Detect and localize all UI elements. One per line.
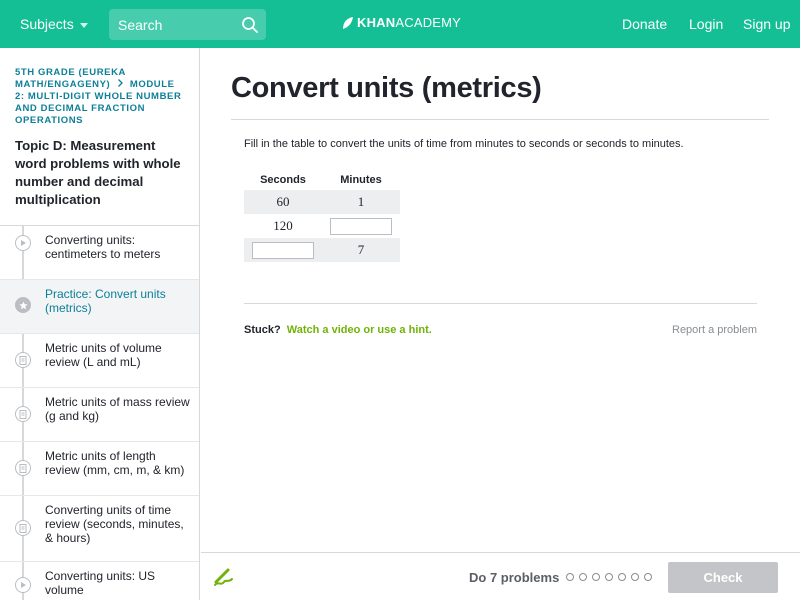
- list-item-time-review[interactable]: Converting units of time review (seconds…: [0, 496, 199, 562]
- star-icon: [15, 297, 31, 313]
- search-input[interactable]: [109, 16, 241, 33]
- search-icon[interactable]: [241, 16, 259, 34]
- leaf-icon: [343, 16, 353, 29]
- report-problem-link[interactable]: Report a problem: [672, 324, 757, 336]
- conversion-table: Seconds Minutes 60 1 120 7: [244, 174, 400, 262]
- list-item-label: Converting units: centimeters to meters: [45, 233, 161, 261]
- subjects-label: Subjects: [20, 16, 74, 32]
- cell-seconds-wrapper: [244, 241, 322, 259]
- table-row: 120: [244, 214, 400, 238]
- exercise-panel: Convert units (metrics) Fill in the tabl…: [201, 48, 800, 552]
- cell-seconds: 60: [276, 194, 290, 209]
- topic-title[interactable]: Topic D: Measurement word problems with …: [0, 127, 199, 226]
- page-title: Convert units (metrics): [231, 72, 542, 104]
- article-icon: [15, 520, 31, 536]
- question-text: Fill in the table to convert the units o…: [244, 138, 684, 150]
- breadcrumb-course[interactable]: 5th grade (Eureka Math/EngageNY): [15, 67, 126, 90]
- title-divider: [231, 119, 769, 120]
- search-box[interactable]: [109, 9, 266, 40]
- login-link[interactable]: Login: [689, 16, 723, 32]
- progress-dot: [631, 573, 639, 581]
- table-row: 7: [244, 238, 400, 262]
- list-item-label: Metric units of volume review (L and mL): [45, 341, 162, 369]
- list-item-length-review[interactable]: Metric units of length review (mm, cm, m…: [0, 442, 199, 496]
- logo-text-khan: KHAN: [357, 15, 396, 30]
- stuck-prompt: Stuck? Watch a video or use a hint.: [244, 324, 432, 336]
- breadcrumb: 5th grade (Eureka Math/EngageNY) Module …: [0, 48, 199, 127]
- cell-minutes: 7: [357, 242, 365, 257]
- column-header-seconds: Seconds: [260, 174, 306, 186]
- stuck-label: Stuck?: [244, 324, 281, 336]
- signup-link[interactable]: Sign up: [743, 16, 790, 32]
- khan-academy-logo[interactable]: KHAN ACADEMY: [342, 15, 461, 30]
- problem-count: Do 7 problems: [469, 570, 560, 585]
- sidebar: 5th grade (Eureka Math/EngageNY) Module …: [0, 48, 200, 600]
- list-item-label: Metric units of mass review (g and kg): [45, 395, 190, 423]
- logo-text-academy: ACADEMY: [395, 15, 462, 30]
- exercise-footer: Do 7 problems Check: [201, 552, 800, 600]
- top-navigation-bar: Subjects KHANACADEMY Donate Login Sign u…: [0, 0, 800, 48]
- chevron-right-icon: [117, 79, 123, 87]
- check-button[interactable]: Check: [668, 562, 778, 593]
- hint-link[interactable]: Watch a video or use a hint.: [287, 324, 432, 336]
- list-item-label: Practice: Convert units (metrics): [45, 287, 166, 315]
- caret-down-icon: [79, 22, 88, 28]
- article-icon: [15, 460, 31, 476]
- progress-dot: [579, 573, 587, 581]
- article-icon: [15, 406, 31, 422]
- play-icon: [15, 577, 31, 593]
- pencil-icon[interactable]: [213, 567, 235, 587]
- progress-dot: [618, 573, 626, 581]
- play-icon: [15, 235, 31, 251]
- table-row: 60 1: [244, 190, 400, 214]
- progress-dot: [592, 573, 600, 581]
- list-item-mass-review[interactable]: Metric units of mass review (g and kg): [0, 388, 199, 442]
- progress-dot: [605, 573, 613, 581]
- list-item-volume-review[interactable]: Metric units of volume review (L and mL): [0, 334, 199, 388]
- lesson-list: Converting units: centimeters to meters …: [0, 226, 199, 600]
- cell-seconds: 120: [273, 218, 293, 233]
- donate-link[interactable]: Donate: [622, 16, 667, 32]
- progress-dots: [566, 573, 657, 581]
- hint-divider: [244, 303, 757, 304]
- list-item-converting-units-cm-m[interactable]: Converting units: centimeters to meters: [0, 226, 199, 280]
- article-icon: [15, 352, 31, 368]
- subjects-menu[interactable]: Subjects: [20, 16, 88, 32]
- answer-input-seconds[interactable]: [252, 241, 314, 259]
- progress-dot: [644, 573, 652, 581]
- list-item-label: Converting units of time review (seconds…: [45, 503, 184, 545]
- list-item-us-volume[interactable]: Converting units: US volume: [0, 562, 199, 600]
- list-item-practice-convert-units[interactable]: Practice: Convert units (metrics): [0, 280, 199, 334]
- list-item-label: Metric units of length review (mm, cm, m…: [45, 449, 185, 477]
- cell-minutes-wrapper: [322, 217, 400, 235]
- table-header: Seconds Minutes: [244, 174, 400, 190]
- progress-dot: [566, 573, 574, 581]
- cell-minutes: 1: [357, 194, 365, 209]
- column-header-minutes: Minutes: [340, 174, 382, 186]
- list-item-label: Converting units: US volume: [45, 569, 156, 597]
- answer-input-minutes[interactable]: [330, 217, 392, 235]
